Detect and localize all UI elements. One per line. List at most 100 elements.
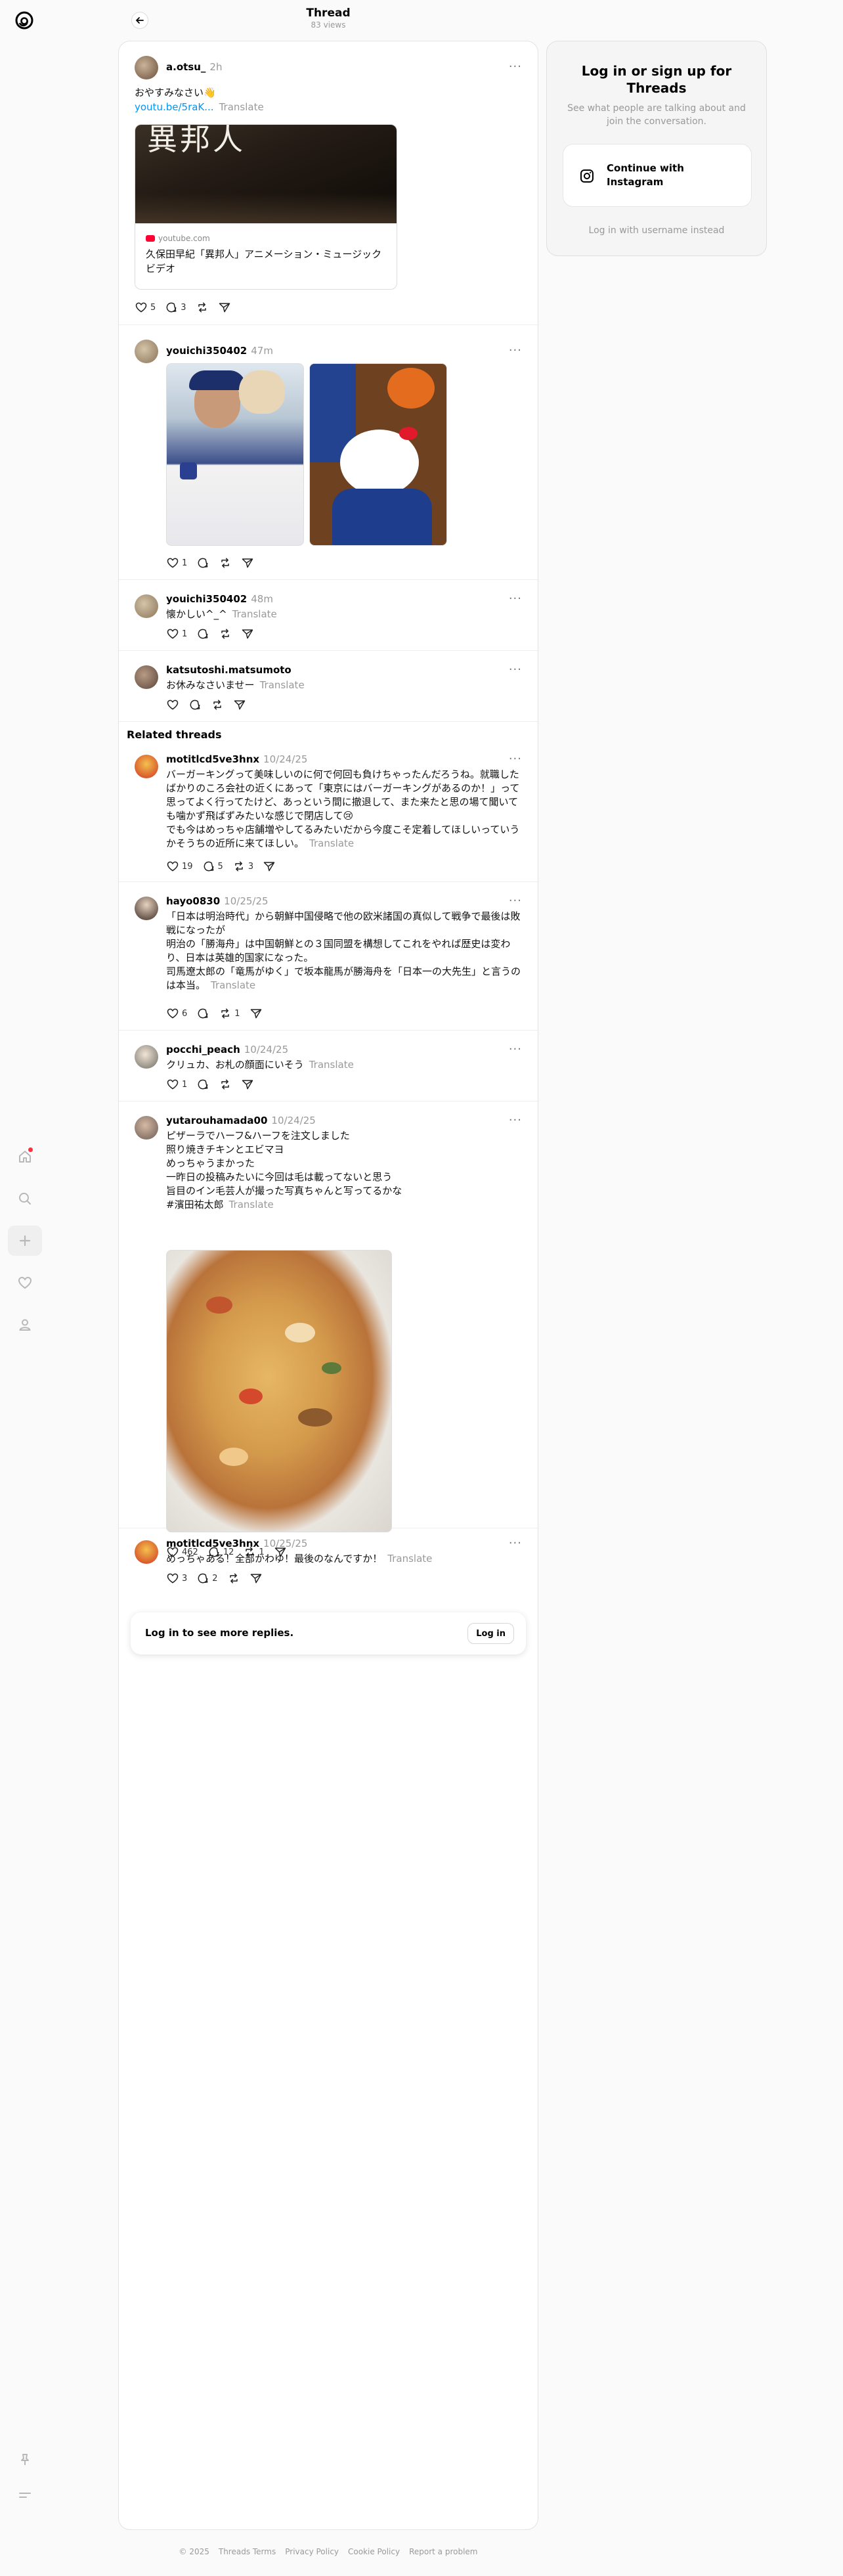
share-button[interactable] [263, 860, 276, 873]
continue-with-instagram-button[interactable]: Continue with Instagram [563, 144, 752, 207]
username[interactable]: hayo0830 [166, 895, 220, 907]
reply-button[interactable] [196, 1007, 209, 1020]
translate-link[interactable]: Translate [387, 1553, 432, 1565]
more-options-icon[interactable]: ··· [509, 344, 522, 357]
timestamp[interactable]: 10/24/25 [271, 1115, 315, 1126]
repost-button[interactable] [219, 1078, 232, 1091]
share-button[interactable] [249, 1572, 263, 1585]
timestamp[interactable]: 48m [251, 593, 273, 605]
pizza-photo[interactable] [166, 1250, 392, 1532]
hashtag-link[interactable]: #濱田祐太郎 [166, 1199, 224, 1210]
share-button[interactable] [233, 698, 246, 711]
share-button[interactable] [249, 1007, 263, 1020]
post-text-line: ピザーラでハーフ&ハーフを注文しました [166, 1130, 350, 1142]
like-button[interactable] [166, 698, 179, 711]
avatar[interactable] [135, 755, 158, 778]
repost-button[interactable]: 3 [232, 860, 253, 873]
footer-link-terms[interactable]: Threads Terms [219, 2547, 276, 2556]
translate-link[interactable]: Translate [309, 837, 354, 849]
like-button[interactable]: 6 [166, 1007, 187, 1020]
like-button[interactable]: 5 [135, 301, 156, 314]
hello-kitty-photo[interactable] [309, 363, 447, 546]
repost-button[interactable] [219, 556, 232, 569]
share-button[interactable] [218, 301, 231, 314]
translate-link[interactable]: Translate [229, 1199, 274, 1210]
translate-link[interactable]: Translate [219, 101, 264, 113]
reply-button[interactable] [188, 698, 202, 711]
reply-button[interactable]: 2 [196, 1572, 218, 1585]
more-options-icon[interactable]: ··· [509, 592, 522, 606]
login-button[interactable]: Log in [467, 1623, 514, 1644]
username[interactable]: yutarouhamada00 [166, 1115, 267, 1126]
translate-link[interactable]: Translate [260, 679, 305, 691]
menu-icon[interactable] [8, 2480, 42, 2510]
username[interactable]: katsutoshi.matsumoto [166, 664, 292, 676]
avatar[interactable] [135, 1116, 158, 1140]
translate-link[interactable]: Translate [232, 608, 277, 620]
footer-link-privacy[interactable]: Privacy Policy [285, 2547, 339, 2556]
timestamp[interactable]: 47m [251, 345, 273, 357]
reply-button[interactable] [196, 556, 209, 569]
post-text: 懐かしい^_^ [166, 608, 227, 620]
username[interactable]: pocchi_peach [166, 1044, 240, 1055]
username[interactable]: youichi350402 [166, 345, 247, 357]
translate-link[interactable]: Translate [211, 979, 255, 991]
heart-icon [167, 629, 179, 639]
reply-button[interactable] [196, 627, 209, 640]
more-options-icon[interactable]: ··· [509, 1042, 522, 1056]
repost-button[interactable]: 1 [219, 1007, 240, 1020]
repost-button[interactable] [219, 627, 232, 640]
timestamp[interactable]: 10/25/25 [224, 895, 268, 907]
more-options-icon[interactable]: ··· [509, 663, 522, 677]
footer-link-report[interactable]: Report a problem [409, 2547, 477, 2556]
reply-button[interactable]: 5 [202, 860, 223, 873]
player-photo[interactable] [166, 363, 304, 546]
more-options-icon[interactable]: ··· [509, 1113, 522, 1127]
pin-icon[interactable] [8, 2445, 42, 2475]
activity-icon[interactable] [8, 1268, 42, 1298]
timestamp[interactable]: 10/25/25 [263, 1538, 307, 1549]
create-icon[interactable] [8, 1226, 42, 1256]
link-preview-card[interactable]: 異邦人 youtube.com 久保田早紀「異邦人」アニメーション・ミュージック… [135, 124, 397, 290]
more-options-icon[interactable]: ··· [509, 894, 522, 908]
share-icon [234, 700, 246, 710]
repost-button[interactable] [196, 301, 209, 314]
home-icon[interactable] [8, 1142, 42, 1172]
avatar[interactable] [135, 897, 158, 920]
share-button[interactable] [241, 627, 254, 640]
profile-icon[interactable] [8, 1310, 42, 1340]
share-button[interactable] [241, 1078, 254, 1091]
avatar[interactable] [135, 1045, 158, 1069]
timestamp[interactable]: 10/24/25 [244, 1044, 288, 1055]
reply-button[interactable] [196, 1078, 209, 1091]
more-options-icon[interactable]: ··· [509, 1536, 522, 1550]
username[interactable]: motitlcd5ve3hnx [166, 753, 259, 765]
threads-logo-icon[interactable] [13, 9, 35, 32]
username[interactable]: a.otsu_ [166, 61, 205, 73]
like-button[interactable]: 1 [166, 627, 187, 640]
share-button[interactable] [241, 556, 254, 569]
search-icon[interactable] [8, 1184, 42, 1214]
avatar[interactable] [135, 56, 158, 79]
avatar[interactable] [135, 594, 158, 618]
like-button[interactable]: 1 [166, 556, 187, 569]
avatar[interactable] [135, 340, 158, 363]
like-button[interactable]: 3 [166, 1572, 187, 1585]
translate-link[interactable]: Translate [309, 1059, 354, 1071]
like-button[interactable]: 1 [166, 1078, 187, 1091]
repost-button[interactable] [227, 1572, 240, 1585]
avatar[interactable] [135, 1540, 158, 1564]
timestamp[interactable]: 10/24/25 [263, 753, 307, 765]
like-button[interactable]: 19 [166, 860, 193, 873]
reply-button[interactable]: 3 [165, 301, 186, 314]
more-options-icon[interactable]: ··· [509, 60, 522, 74]
avatar[interactable] [135, 665, 158, 689]
post-link[interactable]: youtu.be/5raK... [135, 101, 214, 113]
login-with-username-link[interactable]: Log in with username instead [547, 225, 766, 236]
more-options-icon[interactable]: ··· [509, 752, 522, 766]
footer-link-cookies[interactable]: Cookie Policy [348, 2547, 400, 2556]
repost-button[interactable] [211, 698, 224, 711]
username[interactable]: motitlcd5ve3hnx [166, 1538, 259, 1549]
timestamp[interactable]: 2h [209, 61, 222, 73]
username[interactable]: youichi350402 [166, 593, 247, 605]
